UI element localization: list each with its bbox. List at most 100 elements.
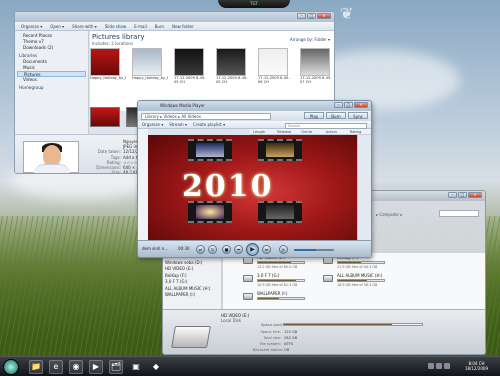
thumbnail-item[interactable]: Happy_Holiday_by_Desicrotinterender [90, 48, 126, 88]
start-button[interactable] [3, 358, 19, 375]
maximize-button[interactable]: □ [344, 102, 353, 108]
drive-item[interactable]: 3.0 F T (G:) 10.9 GB free of 61.3 GB [243, 273, 323, 287]
minimize-button[interactable]: – [297, 13, 306, 19]
banner-2010: 2010 [182, 169, 274, 204]
taskbar: 📁 e ◉ ▶ 🗂 ▣ ◆ 8:04 CH 18/12/2009 [0, 356, 500, 376]
toolbar-button[interactable]: Stream ▾ [169, 122, 187, 127]
command-button[interactable]: Burn [155, 24, 164, 29]
thumbnail [90, 48, 120, 76]
video-thumbnail[interactable] [258, 201, 302, 223]
details-pane: HD VIDEO (E:) Local Disk Space used: Spa… [163, 309, 485, 354]
window-controls: – □ × [297, 13, 331, 19]
taskbar-clock[interactable]: 8:04 CH 18/12/2009 [465, 361, 488, 371]
nav-item[interactable]: Videos [17, 77, 86, 83]
search-input[interactable] [439, 210, 479, 217]
play-button[interactable]: ▶ [246, 243, 259, 256]
elapsed-time: 00:30 [178, 246, 190, 251]
window-controls: – □ × [448, 192, 482, 198]
arrange-by-dropdown[interactable]: Arrange by: Folder ▾ [290, 37, 330, 42]
toolbar-button[interactable]: Organize ▾ [142, 122, 163, 127]
tab-sync[interactable]: Sync [348, 112, 368, 119]
tab-play[interactable]: Play [304, 112, 324, 119]
thumbnail-caption: 17-12-2009 6-49-06 CH [258, 76, 290, 84]
previous-button[interactable]: ⏮ [234, 245, 243, 254]
drive-usage-bar [337, 279, 385, 282]
shuffle-button[interactable]: ⇄ [196, 245, 205, 254]
media-player-icon[interactable]: ▶ [89, 359, 103, 374]
space-used-label: Space used: [261, 323, 283, 327]
library-sidebar [138, 129, 148, 240]
space-used-fill [284, 324, 392, 325]
command-button[interactable]: Share with ▾ [72, 24, 97, 29]
detail-value: Off [284, 348, 290, 352]
drive-free-space: 21.9 GB free of 44.3 GB [337, 265, 378, 269]
close-button[interactable]: × [468, 192, 482, 198]
thumbnail[interactable] [90, 107, 120, 127]
thumbnail-row: Happy_Holiday_by_Desicrotinterender Happy… [90, 48, 334, 88]
title-bar[interactable]: Windows Media Player – □ × [138, 101, 371, 111]
command-button[interactable]: Organize ▾ [21, 24, 42, 29]
nav-item[interactable]: Homegroup [17, 85, 86, 91]
thumbnail-item[interactable]: 17-12-2009 6-49-06 CH [258, 48, 294, 88]
column-header[interactable]: Rating [347, 129, 371, 134]
thumbnail-caption: 17-12-2009 6-49-07 CH [300, 76, 332, 84]
nav-item[interactable]: WALLPAPER (I:) [163, 292, 221, 299]
thumbnail-item[interactable]: 17-12-2009 6-49-05 CH [174, 48, 210, 88]
drive-usage-bar [257, 297, 305, 300]
close-button[interactable]: × [317, 13, 331, 19]
tab-burn[interactable]: Burn [326, 112, 346, 119]
minimize-button[interactable]: – [448, 192, 457, 198]
volume-tray-icon[interactable] [444, 363, 450, 369]
list-pane [357, 135, 371, 240]
column-header[interactable]: Genre [298, 129, 322, 134]
stop-button[interactable]: ■ [222, 245, 231, 254]
system-tray: 8:04 CH 18/12/2009 [426, 359, 496, 375]
column-header[interactable]: Actors [323, 129, 347, 134]
drive-item[interactable]: WALLPAPER (I:) [243, 291, 323, 305]
thumbnail-item[interactable]: Happy_Holiday_by_Desicrotinterender [132, 48, 168, 88]
repeat-button[interactable]: ↻ [208, 245, 217, 254]
tray-icon[interactable] [428, 363, 434, 369]
window-title: Windows Media Player [160, 103, 205, 108]
detail-value: 282 GB [284, 336, 298, 340]
command-button[interactable]: New folder [172, 24, 194, 29]
tray-icon[interactable] [436, 363, 442, 369]
drive-item[interactable]: ALL ALBUM MUSIC (H:) 18.9 GB free of 58.3… [323, 273, 403, 287]
video-thumbnail[interactable] [188, 201, 232, 223]
thumbnail-item[interactable]: 17-12-2009 6-49-05 CH [216, 48, 252, 88]
playback-controls: dem sinh n... 00:30 ⇄ ↻ ■ ⏮ ▶ ⏭ 🔊 [138, 240, 371, 257]
video-thumbnail[interactable] [188, 139, 232, 161]
volume-slider[interactable] [294, 249, 334, 251]
minimize-button[interactable]: – [334, 102, 343, 108]
thumbnail [174, 48, 204, 76]
profile-photo [23, 141, 79, 173]
video-thumbnail[interactable] [258, 139, 302, 161]
shirt [34, 164, 70, 173]
toolbar-button[interactable]: Create playlist ▾ [193, 122, 225, 127]
photo-icon[interactable]: ▣ [129, 360, 143, 374]
thumbnail-item[interactable]: 17-12-2009 6-49-07 CH [300, 48, 334, 88]
detail-key: BitLocker status: [253, 348, 284, 352]
volume-icon[interactable]: 🔊 [279, 245, 288, 254]
column-header[interactable]: Length [250, 129, 274, 134]
maximize-button[interactable]: □ [458, 192, 467, 198]
command-button[interactable]: E-mail [134, 24, 147, 29]
breadcrumb[interactable]: Library ▸ Videos ▸ All Videos [141, 112, 271, 120]
close-button[interactable]: × [354, 102, 368, 108]
maximize-button[interactable]: □ [307, 13, 316, 19]
address-bar[interactable]: ▸ Computer ▸ [376, 212, 436, 217]
nav-item[interactable]: Downloads (2) [17, 45, 86, 51]
column-header[interactable]: Release year [274, 129, 298, 140]
folder-icon[interactable]: 📁 [29, 359, 43, 374]
app-icon[interactable]: ◆ [149, 360, 163, 374]
thumbnail [216, 48, 246, 76]
detail-key: Space free: [260, 330, 281, 334]
title-bar[interactable]: – □ × [15, 12, 334, 22]
command-button[interactable]: Open ▾ [50, 24, 64, 29]
explorer-icon[interactable]: 🗂 [109, 359, 123, 374]
ie-icon[interactable]: e [49, 359, 63, 374]
command-button[interactable]: Slide show [105, 24, 126, 29]
next-button[interactable]: ⏭ [262, 245, 271, 254]
drive-free-space: 10.9 GB free of 61.3 GB [257, 283, 298, 287]
firefox-icon[interactable]: ◉ [69, 359, 83, 374]
